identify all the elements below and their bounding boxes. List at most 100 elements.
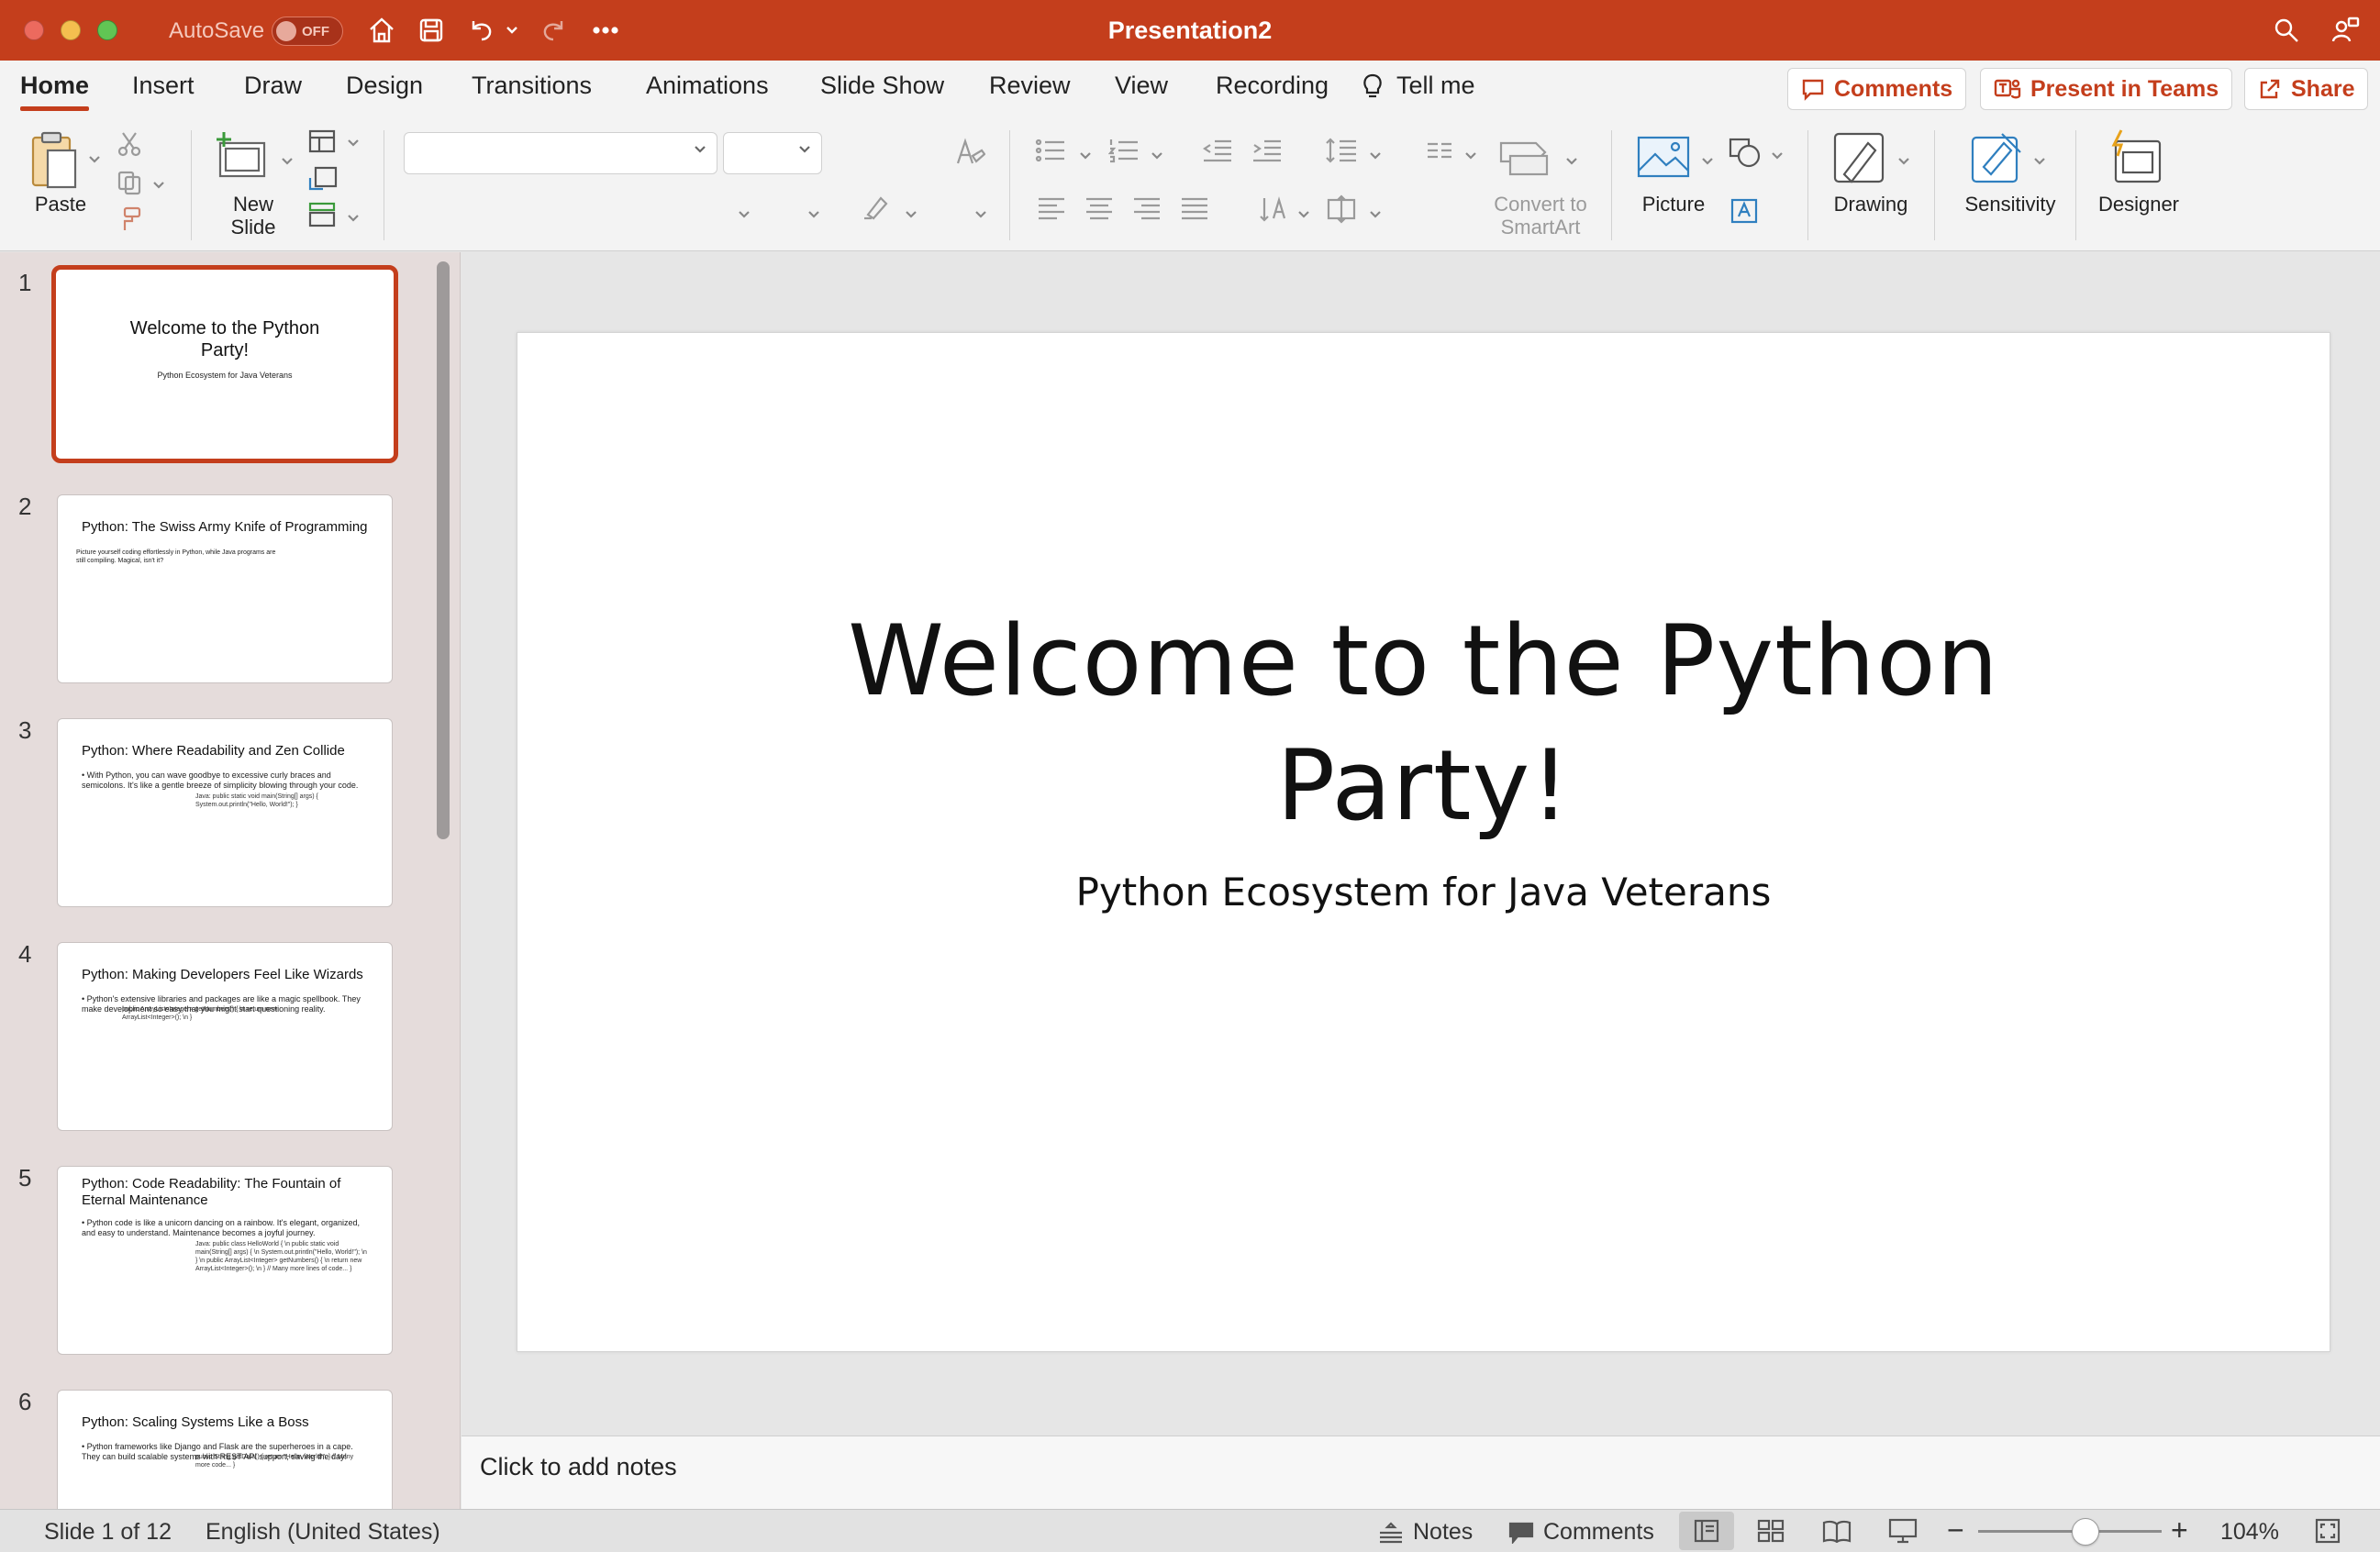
undo-dropdown-icon[interactable] xyxy=(503,13,521,48)
present-in-teams-button[interactable]: Present in Teams xyxy=(1980,68,2233,110)
drawing-icon[interactable] xyxy=(1831,130,1888,192)
drawing-dropdown-icon[interactable] xyxy=(1897,154,1910,171)
tell-me-box[interactable]: Tell me xyxy=(1362,72,1475,100)
zoom-slider-track[interactable] xyxy=(1978,1530,2162,1533)
clear-formatting-icon[interactable] xyxy=(954,138,986,172)
picture-dropdown-icon[interactable] xyxy=(1701,154,1714,171)
reading-view-button[interactable] xyxy=(1809,1512,1864,1550)
thumbnail-scrollbar[interactable] xyxy=(437,261,450,839)
columns-dropdown-icon[interactable] xyxy=(1464,149,1477,165)
text-box-icon[interactable] xyxy=(1729,196,1760,230)
more-commands-icon[interactable] xyxy=(587,13,624,48)
paste-dropdown-icon[interactable] xyxy=(88,152,101,169)
layout-icon[interactable] xyxy=(308,128,336,159)
zoom-window-button[interactable] xyxy=(97,20,117,40)
tab-transitions[interactable]: Transitions xyxy=(472,72,592,100)
language-indicator[interactable]: English (United States) xyxy=(206,1519,440,1546)
line-spacing-icon[interactable] xyxy=(1325,136,1358,170)
text-direction-dropdown-icon[interactable] xyxy=(1297,207,1310,224)
convert-smartart-dropdown-icon[interactable] xyxy=(1565,154,1578,171)
slide-sorter-button[interactable] xyxy=(1743,1512,1798,1550)
account-icon[interactable] xyxy=(2327,13,2363,48)
tab-insert[interactable]: Insert xyxy=(132,72,195,100)
font-size-combo[interactable] xyxy=(723,132,822,174)
search-icon[interactable] xyxy=(2268,13,2305,48)
numbering-dropdown-icon[interactable] xyxy=(1151,149,1163,165)
text-direction-icon[interactable] xyxy=(1259,194,1290,228)
slide-thumbnail-panel[interactable]: 1 Welcome to the Python Party! Python Ec… xyxy=(0,252,461,1509)
zoom-level[interactable]: 104% xyxy=(2220,1519,2279,1546)
current-slide[interactable]: Welcome to the Python Party! Python Ecos… xyxy=(517,332,2330,1352)
increase-indent-icon[interactable] xyxy=(1251,138,1283,168)
section-icon[interactable] xyxy=(308,202,336,232)
sensitivity-icon[interactable] xyxy=(1969,130,2026,192)
character-spacing-dropdown-icon[interactable] xyxy=(738,207,751,224)
section-dropdown-icon[interactable] xyxy=(347,211,360,227)
tab-review[interactable]: Review xyxy=(989,72,1071,100)
align-right-icon[interactable] xyxy=(1132,196,1162,225)
align-left-icon[interactable] xyxy=(1037,196,1066,225)
share-button[interactable]: Share xyxy=(2244,68,2369,110)
slide-title-placeholder[interactable]: Welcome to the Python Party! xyxy=(517,599,2330,848)
tab-recording[interactable]: Recording xyxy=(1216,72,1329,100)
close-window-button[interactable] xyxy=(24,20,44,40)
zoom-slider-handle[interactable] xyxy=(2072,1518,2100,1546)
tab-view[interactable]: View xyxy=(1115,72,1168,100)
slide-show-button[interactable] xyxy=(1875,1512,1930,1550)
zoom-in-button[interactable]: + xyxy=(2171,1513,2188,1547)
line-spacing-dropdown-icon[interactable] xyxy=(1369,149,1382,165)
redo-icon[interactable] xyxy=(536,13,573,48)
home-icon[interactable] xyxy=(363,13,400,48)
align-text-icon[interactable] xyxy=(1325,194,1358,228)
justify-icon[interactable] xyxy=(1180,196,1209,225)
zoom-out-button[interactable]: − xyxy=(1947,1513,1964,1547)
convert-smartart-icon[interactable] xyxy=(1499,134,1554,183)
new-slide-icon[interactable] xyxy=(213,130,273,190)
highlight-icon[interactable] xyxy=(862,193,894,225)
sensitivity-dropdown-icon[interactable] xyxy=(2033,154,2046,171)
align-text-dropdown-icon[interactable] xyxy=(1369,207,1382,224)
paste-icon[interactable] xyxy=(28,128,84,197)
comments-button[interactable]: Comments xyxy=(1787,68,1967,110)
highlight-dropdown-icon[interactable] xyxy=(905,207,918,224)
tab-animations[interactable]: Animations xyxy=(646,72,769,100)
slide-thumbnail-3[interactable]: Python: Where Readability and Zen Collid… xyxy=(57,718,393,907)
font-name-combo[interactable] xyxy=(404,132,717,174)
comments-toggle-button[interactable]: Comments xyxy=(1508,1519,1654,1546)
copy-icon[interactable] xyxy=(116,169,143,201)
bullets-dropdown-icon[interactable] xyxy=(1079,149,1092,165)
normal-view-button[interactable] xyxy=(1679,1512,1734,1550)
shapes-dropdown-icon[interactable] xyxy=(1771,149,1784,165)
copy-dropdown-icon[interactable] xyxy=(152,178,165,194)
slide-thumbnail-6[interactable]: Python: Scaling Systems Like a Boss • Py… xyxy=(57,1390,393,1509)
tab-slide-show[interactable]: Slide Show xyxy=(820,72,944,100)
tab-draw[interactable]: Draw xyxy=(244,72,302,100)
shapes-icon[interactable] xyxy=(1729,138,1763,173)
bullets-icon[interactable] xyxy=(1035,138,1066,168)
tab-home[interactable]: Home xyxy=(20,72,90,111)
slide-thumbnail-1[interactable]: Welcome to the Python Party! Python Ecos… xyxy=(51,265,398,463)
autosave-toggle[interactable]: OFF xyxy=(272,17,343,46)
slide-subtitle-placeholder[interactable]: Python Ecosystem for Java Veterans xyxy=(517,870,2330,915)
slide-thumbnail-4[interactable]: Python: Making Developers Feel Like Wiza… xyxy=(57,942,393,1131)
decrease-indent-icon[interactable] xyxy=(1202,138,1233,168)
numbering-icon[interactable] xyxy=(1107,138,1140,168)
format-painter-icon[interactable] xyxy=(116,205,143,238)
slide-thumbnail-2[interactable]: Python: The Swiss Army Knife of Programm… xyxy=(57,494,393,683)
fit-to-window-button[interactable] xyxy=(2314,1517,2341,1545)
slide-thumbnail-5[interactable]: Python: Code Readability: The Fountain o… xyxy=(57,1166,393,1355)
picture-icon[interactable] xyxy=(1637,134,1692,184)
cut-icon[interactable] xyxy=(116,130,143,162)
minimize-window-button[interactable] xyxy=(61,20,81,40)
columns-icon[interactable] xyxy=(1426,141,1453,164)
save-icon[interactable] xyxy=(413,13,450,48)
align-center-icon[interactable] xyxy=(1084,196,1114,225)
undo-icon[interactable] xyxy=(462,13,499,48)
notes-pane[interactable]: Click to add notes xyxy=(462,1436,2380,1509)
new-slide-dropdown-icon[interactable] xyxy=(281,154,294,171)
designer-icon[interactable] xyxy=(2107,128,2165,192)
layout-dropdown-icon[interactable] xyxy=(347,136,360,152)
change-case-dropdown-icon[interactable] xyxy=(807,207,820,224)
tab-design[interactable]: Design xyxy=(346,72,423,100)
notes-toggle-button[interactable]: Notes xyxy=(1378,1519,1473,1546)
